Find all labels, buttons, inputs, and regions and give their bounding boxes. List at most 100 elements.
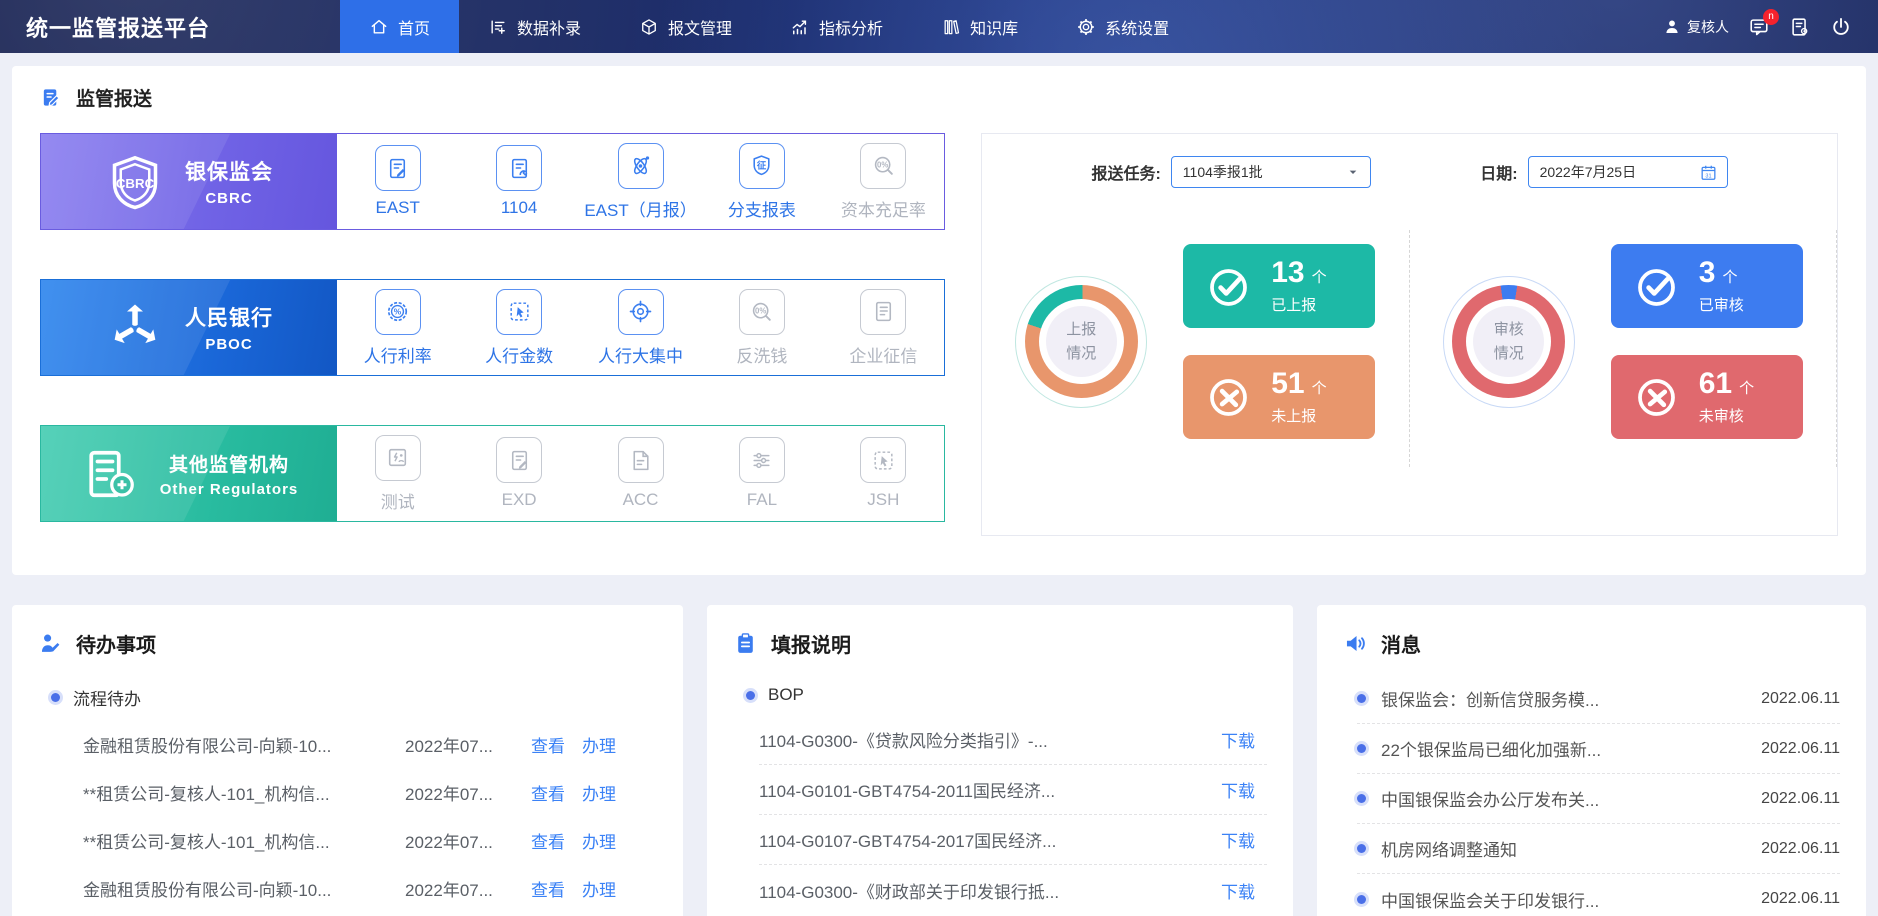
task-label: 报送任务: — [1091, 166, 1161, 183]
card-title: 监管报送 — [76, 89, 153, 110]
bullet-dot — [1357, 744, 1366, 753]
data-entry-icon — [488, 17, 508, 37]
message-count-badge: n — [1763, 8, 1779, 25]
speaker-icon — [1343, 631, 1368, 656]
nav-item-indicator-analysis[interactable]: 指标分析 — [761, 0, 912, 53]
view-link[interactable]: 查看 — [531, 876, 565, 901]
handle-link[interactable]: 办理 — [582, 732, 616, 757]
message-row[interactable]: 机房网络调整通知 2022.06.11 — [1357, 824, 1840, 874]
download-link[interactable]: 下载 — [1221, 777, 1255, 802]
instruction-row: 1104-G0300-《贷款风险分类指引》-... 下载 — [759, 715, 1267, 765]
todo-row: **租赁公司-复核人-101_机构信... 2022年07... 查看 办理 — [83, 768, 657, 816]
target-icon — [628, 299, 653, 324]
audit-donut-chart: 审核 情况 — [1442, 275, 1575, 408]
view-link[interactable]: 查看 — [531, 780, 565, 805]
handle-link[interactable]: 办理 — [582, 828, 616, 853]
main-menu: 首页 数据补录 报文管理 指标分析 知识库 系统设置 — [340, 0, 1198, 53]
check-circle-icon — [1206, 264, 1251, 309]
cbrc-badge: 银保监会 CBRC — [41, 134, 337, 229]
bullet-dot — [1357, 694, 1366, 703]
chevron-down-icon — [1345, 164, 1361, 180]
document-icon — [871, 299, 896, 324]
report-log-button[interactable] — [1789, 16, 1811, 38]
view-link[interactable]: 查看 — [531, 732, 565, 757]
unsubmitted-card: 51 个 未上报 — [1183, 355, 1376, 439]
user-icon — [1663, 18, 1681, 36]
tile-jsh: JSH — [823, 426, 944, 521]
nav-item-report-management[interactable]: 报文管理 — [610, 0, 761, 53]
date-label: 日期: — [1480, 166, 1518, 183]
app-title: 统一监管报送平台 — [26, 15, 211, 41]
date-picker[interactable]: 2022年7月25日 — [1527, 156, 1728, 188]
pboc-logo — [105, 298, 165, 358]
percent-badge-icon — [385, 299, 410, 324]
bullet-dot — [1357, 894, 1366, 904]
cbrc-shield-logo — [105, 152, 165, 212]
message-row[interactable]: 中国银保监会办公厅发布关... 2022.06.11 — [1357, 774, 1840, 824]
document-gear-icon — [1789, 16, 1811, 38]
handle-link[interactable]: 办理 — [582, 780, 616, 805]
message-row[interactable]: 22个银保监局已细化加强新... 2022.06.11 — [1357, 724, 1840, 774]
home-icon — [369, 17, 389, 37]
edit-document-icon — [40, 86, 63, 109]
navbar-right: 复核人 n — [1663, 0, 1878, 53]
user-menu[interactable]: 复核人 — [1663, 17, 1729, 37]
calendar-icon — [1699, 163, 1718, 182]
person-desk-icon — [38, 631, 63, 656]
card-header: 监管报送 — [40, 84, 1838, 111]
servers-logo — [80, 444, 140, 504]
document-pen-icon — [507, 448, 532, 473]
handle-link[interactable]: 办理 — [582, 876, 616, 901]
tile-east[interactable]: EAST — [337, 134, 458, 229]
bullet-dot — [1357, 794, 1366, 803]
tile-exd: EXD — [458, 426, 579, 521]
reporting-status-panel: 报送任务: 1104季报1批 日期: 2022年7月25日 上报 情况 13 个… — [981, 133, 1838, 536]
pointer-box-icon — [871, 448, 896, 473]
download-link[interactable]: 下载 — [1221, 727, 1255, 752]
download-link[interactable]: 下载 — [1221, 878, 1255, 903]
nav-item-knowledge-base[interactable]: 知识库 — [912, 0, 1047, 53]
books-icon — [941, 17, 961, 37]
nav-item-system-settings[interactable]: 系统设置 — [1047, 0, 1198, 53]
logout-button[interactable] — [1830, 16, 1852, 38]
tile-anti-money-laundering: 反洗钱 — [701, 280, 822, 375]
x-circle-icon — [1206, 375, 1251, 420]
download-link[interactable]: 下载 — [1221, 827, 1255, 852]
tile-pboc-interest-rate[interactable]: 人行利率 — [337, 280, 458, 375]
bullet-dot — [1357, 844, 1366, 853]
tile-test: 测试 — [337, 426, 458, 521]
tile-pboc-centralized[interactable]: 人行大集中 — [580, 280, 701, 375]
x-circle-icon — [1634, 375, 1679, 420]
document-corner-icon — [628, 448, 653, 473]
gear-icon — [1076, 17, 1096, 37]
nav-item-home[interactable]: 首页 — [340, 0, 460, 53]
tile-fal: FAL — [701, 426, 822, 521]
regulator-row-cbrc: 银保监会 CBRC EAST 1104 EAST（月报） 分支报表 资本充足率 — [40, 133, 945, 230]
bullet-dot — [746, 690, 755, 700]
submitted-card: 13 个 已上报 — [1183, 244, 1376, 328]
tile-1104[interactable]: 1104 — [458, 134, 579, 229]
task-select[interactable]: 1104季报1批 — [1170, 156, 1371, 188]
image-flash-icon — [385, 445, 410, 470]
nav-item-data-entry[interactable]: 数据补录 — [459, 0, 610, 53]
instruction-row: 1104-G0107-GBT4754-2017国民经济... 下载 — [759, 815, 1267, 865]
tile-branch-reports[interactable]: 分支报表 — [701, 134, 822, 229]
tile-capital-adequacy: 资本充足率 — [823, 134, 944, 229]
todo-panel: 待办事项 流程待办 金融租赁股份有限公司-向颖-10... 2022年07...… — [12, 605, 683, 916]
sliders-icon — [749, 448, 774, 473]
message-row[interactable]: 中国银保监会关于印发银行... 2022.06.11 — [1357, 874, 1840, 916]
tile-pboc-gold-data[interactable]: 人行金数 — [458, 280, 579, 375]
document-wrench-icon — [507, 156, 532, 181]
messages-panel: 消息 银保监会：创新信贷服务模... 2022.06.11 22个银保监局已细化… — [1317, 605, 1866, 916]
instructions-title: 填报说明 — [771, 635, 851, 657]
regulator-row-other: 其他监管机构 Other Regulators 测试 EXD ACC FAL J… — [40, 425, 945, 522]
message-row[interactable]: 银保监会：创新信贷服务模... 2022.06.11 — [1357, 674, 1840, 724]
messages-button[interactable]: n — [1748, 8, 1779, 38]
tile-enterprise-credit: 企业征信 — [823, 280, 944, 375]
tile-east-monthly[interactable]: EAST（月报） — [580, 134, 701, 229]
atom-icon — [628, 153, 653, 178]
user-name: 复核人 — [1687, 18, 1729, 35]
regulator-list: 银保监会 CBRC EAST 1104 EAST（月报） 分支报表 资本充足率 … — [40, 128, 945, 536]
instruction-row: 1104-G0300-《财政部关于印发银行抵... 下载 — [759, 865, 1267, 915]
view-link[interactable]: 查看 — [531, 828, 565, 853]
